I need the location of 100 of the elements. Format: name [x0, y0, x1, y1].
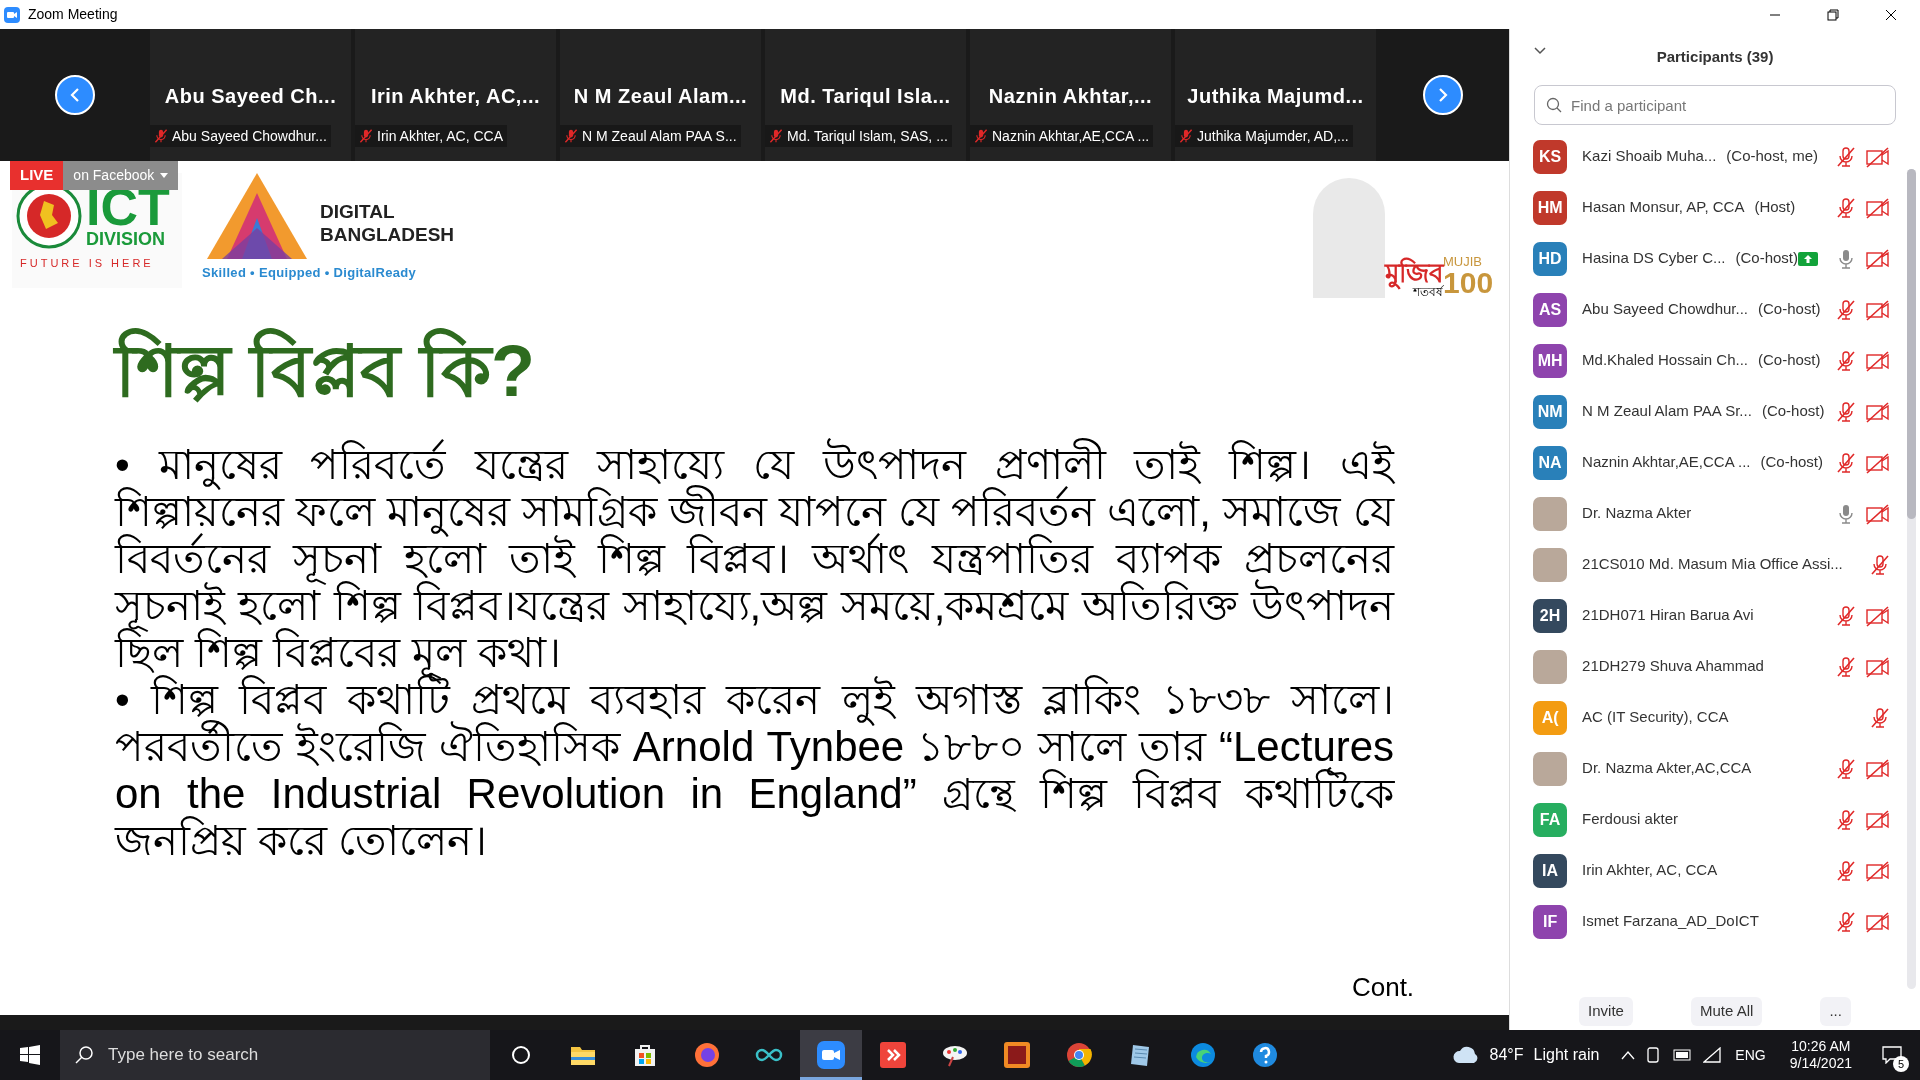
avatar: IA [1533, 853, 1568, 888]
search-icon [1546, 97, 1563, 113]
participant-name: Naznin Akhtar,AE,CCA ... [1582, 452, 1751, 473]
avatar: IF [1533, 904, 1568, 939]
video-camera-icon [817, 1041, 845, 1069]
notification-button[interactable]: 5 [1872, 1030, 1912, 1080]
participant-row[interactable]: Dr. Nazma Akter [1533, 488, 1890, 539]
search-field[interactable]: Type here to search [60, 1030, 490, 1080]
avatar: MH [1533, 343, 1568, 378]
continued-label: Cont. [1351, 971, 1415, 1004]
participant-name: Kazi Shoaib Muha... [1582, 146, 1717, 167]
video-thumbnail[interactable]: Irin Akhter, AC,... Irin Akhter, AC, CCA [355, 29, 556, 161]
participant-row[interactable]: NA Naznin Akhtar,AE,CCA ... (Co-host) [1533, 437, 1890, 488]
video-thumbnail[interactable]: N M Zeaul Alam... N M Zeaul Alam PAA S... [560, 29, 761, 161]
participant-role: (Co-host) [1760, 452, 1824, 473]
chrome-icon [1066, 1042, 1092, 1068]
cloud-icon [1451, 1045, 1480, 1065]
participant-role: (Co-host) [1761, 401, 1825, 422]
video-thumbnail[interactable]: Juthika Majumd... Juthika Majumder, AD,... [1175, 29, 1376, 161]
participant-role: (Co-host) [1758, 350, 1821, 371]
restore-icon [1827, 8, 1839, 21]
participant-row[interactable]: A( AC (IT Security), CCA [1533, 692, 1890, 743]
photo-placeholder [1533, 649, 1568, 684]
avatar: NA [1533, 445, 1568, 480]
participant-name: Md.Khaled Hossain Ch... [1582, 350, 1748, 371]
panel-button[interactable]: Invite [1579, 997, 1633, 1026]
temperature: 84°F [1489, 1045, 1524, 1065]
infinity-icon [754, 1047, 784, 1063]
participant-row[interactable]: NM N M Zeaul Alam PAA Sr... (Co-host) [1533, 386, 1890, 437]
participant-label: Irin Akhter, AC, CCA [377, 126, 504, 146]
participant-name: Irin Akhter, AC,... [370, 84, 541, 109]
firefox-icon [694, 1042, 720, 1068]
participant-label: Md. Tariqul Islam, SAS, ... [787, 126, 948, 146]
avatar: FA [1533, 802, 1568, 837]
participant-row[interactable]: KS Kazi Shoaib Muha... (Co-host, me) [1533, 131, 1890, 182]
search-field[interactable]: Find a participant [1534, 85, 1896, 125]
participant-row[interactable]: FA Ferdousi akter [1533, 794, 1890, 845]
participant-name: Dr. Nazma Akter [1582, 503, 1692, 524]
collapse-button[interactable] [1534, 47, 1547, 55]
window-title: Zoom Meeting [28, 5, 118, 24]
participant-name: Abu Sayeed Chowdhur... [1582, 299, 1749, 320]
help-icon [1251, 1041, 1279, 1069]
photo-placeholder [1533, 751, 1568, 786]
panel-button[interactable]: Mute All [1691, 997, 1763, 1026]
participant-row[interactable]: IA Irin Akhter, AC, CCA [1533, 845, 1890, 896]
participant-name: Md. Tariqul Isla... [780, 84, 951, 109]
cortana-icon [510, 1044, 532, 1066]
battery-icon [1673, 1049, 1694, 1061]
participant-name: Hasina DS Cyber C... [1582, 248, 1726, 269]
photo-placeholder [1533, 547, 1568, 582]
video-thumbnail[interactable]: Md. Tariqul Isla... Md. Tariqul Islam, SAS, ... [765, 29, 966, 161]
language-indicator[interactable]: ENG [1735, 1044, 1766, 1066]
participant-row[interactable]: 21CS010 Md. Masum Mia Office Assi... [1533, 539, 1890, 590]
participant-name: Irin Akhter, AC, CCA [1582, 860, 1718, 881]
participant-label: Naznin Akhtar,AE,CCA ... [992, 126, 1150, 146]
participant-row[interactable]: IF Ismet Farzana_AD_DoICT [1533, 896, 1890, 947]
avatar: A( [1533, 700, 1568, 735]
avatar: AS [1533, 292, 1568, 327]
folder-icon [570, 1044, 596, 1066]
next-page-button[interactable] [1422, 75, 1463, 115]
participant-name: Ismet Farzana_AD_DoICT [1582, 911, 1759, 932]
participant-name: N M Zeaul Alam PAA Sr... [1582, 401, 1752, 422]
participant-row[interactable]: 2H 21DH071 Hiran Barua Avi [1533, 590, 1890, 641]
participant-label: Juthika Majumder, AD,... [1197, 126, 1349, 146]
participant-name: Abu Sayeed Ch... [164, 84, 337, 109]
participant-name: AC (IT Security), CCA [1582, 707, 1729, 728]
participant-row[interactable]: HM Hasan Monsur, AP, CCA (Host) [1533, 182, 1890, 233]
participant-name: Juthika Majumd... [1187, 84, 1364, 109]
previous-page-button[interactable] [55, 75, 95, 115]
participant-label: Abu Sayeed Chowdhur... [172, 126, 327, 146]
taskbar-app-button[interactable] [800, 1030, 862, 1080]
live-badge: LIVE [10, 161, 64, 190]
participant-row[interactable]: Dr. Nazma Akter,AC,CCA [1533, 743, 1890, 794]
participant-name: 21CS010 Md. Masum Mia Office Assi... [1582, 554, 1843, 575]
participant-role: (Host) [1754, 197, 1796, 218]
chevron-left-icon [68, 87, 82, 103]
participant-role: (Co-host) [1758, 299, 1821, 320]
video-thumbnail[interactable]: Abu Sayeed Ch... Abu Sayeed Chowdhur... [150, 29, 351, 161]
scrollbar-thumb[interactable] [1907, 169, 1916, 519]
photo-placeholder [1533, 496, 1568, 531]
avatar: 2H [1533, 598, 1568, 633]
participant-name: 21DH279 Shuva Ahammad [1582, 656, 1764, 677]
participant-row[interactable]: AS Abu Sayeed Chowdhur... (Co-host) [1533, 284, 1890, 335]
zoom-logo-icon [4, 6, 20, 23]
panel-button[interactable]: ... [1820, 997, 1851, 1026]
participant-role: (Co-host) [1735, 248, 1798, 269]
participant-name: Naznin Akhtar,... [988, 84, 1153, 109]
weather-label: Light rain [1533, 1045, 1600, 1065]
slide-title: শিল্প বিপ্লব কি? [115, 321, 1395, 421]
avatar: HM [1533, 190, 1568, 225]
participant-row[interactable]: HD Hasina DS Cyber C... (Co-host) [1533, 233, 1890, 284]
participant-row[interactable]: MH Md.Khaled Hossain Ch... (Co-host) [1533, 335, 1890, 386]
chevron-down-icon [1534, 47, 1547, 55]
video-thumbnail[interactable]: Naznin Akhtar,... Naznin Akhtar,AE,CCA ... [970, 29, 1171, 161]
participant-row[interactable]: 21DH279 Shuva Ahammad [1533, 641, 1890, 692]
digital-bangladesh-logo: DIGITAL BANGLADESH Skilled • Equipped • DigitalReady [202, 173, 492, 288]
clock[interactable]: 10:26 AM 9/14/2021 [1779, 1037, 1862, 1073]
chevron-up-icon [1621, 1050, 1636, 1060]
caret-icon [160, 173, 169, 178]
close-icon [1885, 8, 1897, 21]
